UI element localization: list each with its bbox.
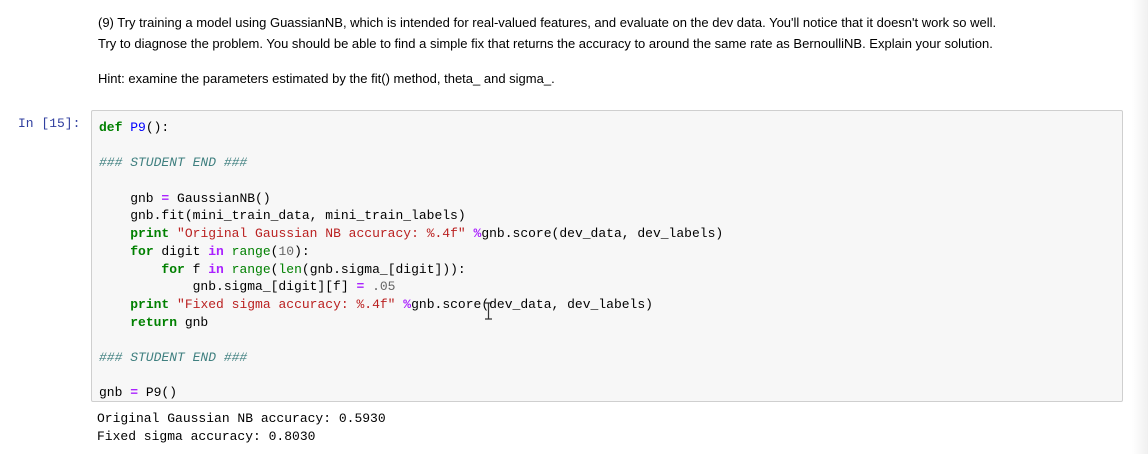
- operator: in: [208, 243, 224, 259]
- code-line: gnb = P9(): [99, 384, 723, 402]
- code-line: gnb = GaussianNB(): [99, 190, 723, 208]
- keyword: def: [99, 120, 123, 135]
- code-line: ### STUDENT END ###: [99, 349, 723, 367]
- text-cursor-icon: [485, 302, 492, 320]
- question-line-2: Try to diagnose the problem. You should …: [98, 36, 993, 51]
- code-line: def P9():: [99, 119, 723, 137]
- function-name: P9: [130, 120, 146, 135]
- code-text: gnb.score(dev_data, dev_labels): [481, 226, 724, 242]
- code-text: gnb: [99, 385, 131, 401]
- code-text: gnb.sigma_[digit][f]: [99, 279, 357, 295]
- code-text: GaussianNB(): [169, 190, 271, 206]
- string-literal: "Original Gaussian NB accuracy: %.4f": [177, 226, 466, 242]
- keyword: print: [130, 296, 170, 312]
- operator: =: [130, 385, 139, 401]
- code-line: gnb.fit(mini_train_data, mini_train_labe…: [99, 207, 723, 225]
- comment: ### STUDENT END ###: [99, 349, 248, 365]
- code-line: for digit in range(10):: [99, 243, 723, 261]
- code-text: f: [184, 261, 209, 277]
- code-line: print "Original Gaussian NB accuracy: %.…: [99, 225, 723, 243]
- code-editor[interactable]: def P9(): ### STUDENT END ### gnb = Gauss…: [99, 119, 723, 402]
- markdown-cell: (9) Try training a model using GuassianN…: [98, 12, 1128, 89]
- code-text: P9(): [138, 385, 178, 401]
- code-text: (gnb.sigma_[digit])):: [301, 261, 466, 277]
- code-line: for f in range(len(gnb.sigma_[digit])):: [99, 261, 723, 279]
- operator: in: [208, 261, 224, 277]
- window-edge: [1132, 0, 1148, 454]
- builtin: range: [231, 261, 271, 277]
- keyword: for: [161, 261, 185, 277]
- input-prompt: In [15]:: [18, 116, 81, 131]
- code-text: gnb: [177, 314, 209, 330]
- code-text: gnb: [99, 190, 162, 206]
- code-text: ():: [145, 120, 170, 135]
- number-literal: 10: [278, 243, 295, 259]
- code-text: gnb.fit(mini_train_data, mini_train_labe…: [99, 208, 466, 224]
- comment: ### STUDENT END ###: [99, 155, 248, 171]
- question-line-1: (9) Try training a model using GuassianN…: [98, 15, 997, 30]
- code-line: ### STUDENT END ###: [99, 154, 723, 172]
- keyword: print: [130, 226, 170, 242]
- string-literal: "Fixed sigma accuracy: %.4f": [177, 296, 396, 312]
- operator: =: [356, 279, 365, 295]
- builtin: len: [278, 261, 302, 277]
- code-text: ):: [294, 243, 310, 259]
- code-text: digit: [153, 243, 209, 259]
- builtin: range: [231, 243, 271, 259]
- cell-output: Original Gaussian NB accuracy: 0.5930 Fi…: [97, 410, 386, 446]
- hint-text: Hint: examine the parameters estimated b…: [98, 71, 555, 86]
- number-literal: .05: [372, 279, 396, 295]
- output-line: Fixed sigma accuracy: 0.8030: [97, 429, 316, 444]
- keyword: for: [130, 243, 154, 259]
- code-input-area[interactable]: def P9(): ### STUDENT END ### gnb = Gauss…: [91, 110, 1123, 402]
- code-line: return gnb: [99, 314, 723, 332]
- code-line: gnb.sigma_[digit][f] = .05: [99, 278, 723, 296]
- code-text: gnb.score(dev_data, dev_labels): [411, 296, 653, 312]
- output-line: Original Gaussian NB accuracy: 0.5930: [97, 411, 386, 426]
- operator: %: [403, 296, 412, 312]
- keyword: return: [130, 314, 178, 330]
- code-line: print "Fixed sigma accuracy: %.4f" %gnb.…: [99, 296, 723, 314]
